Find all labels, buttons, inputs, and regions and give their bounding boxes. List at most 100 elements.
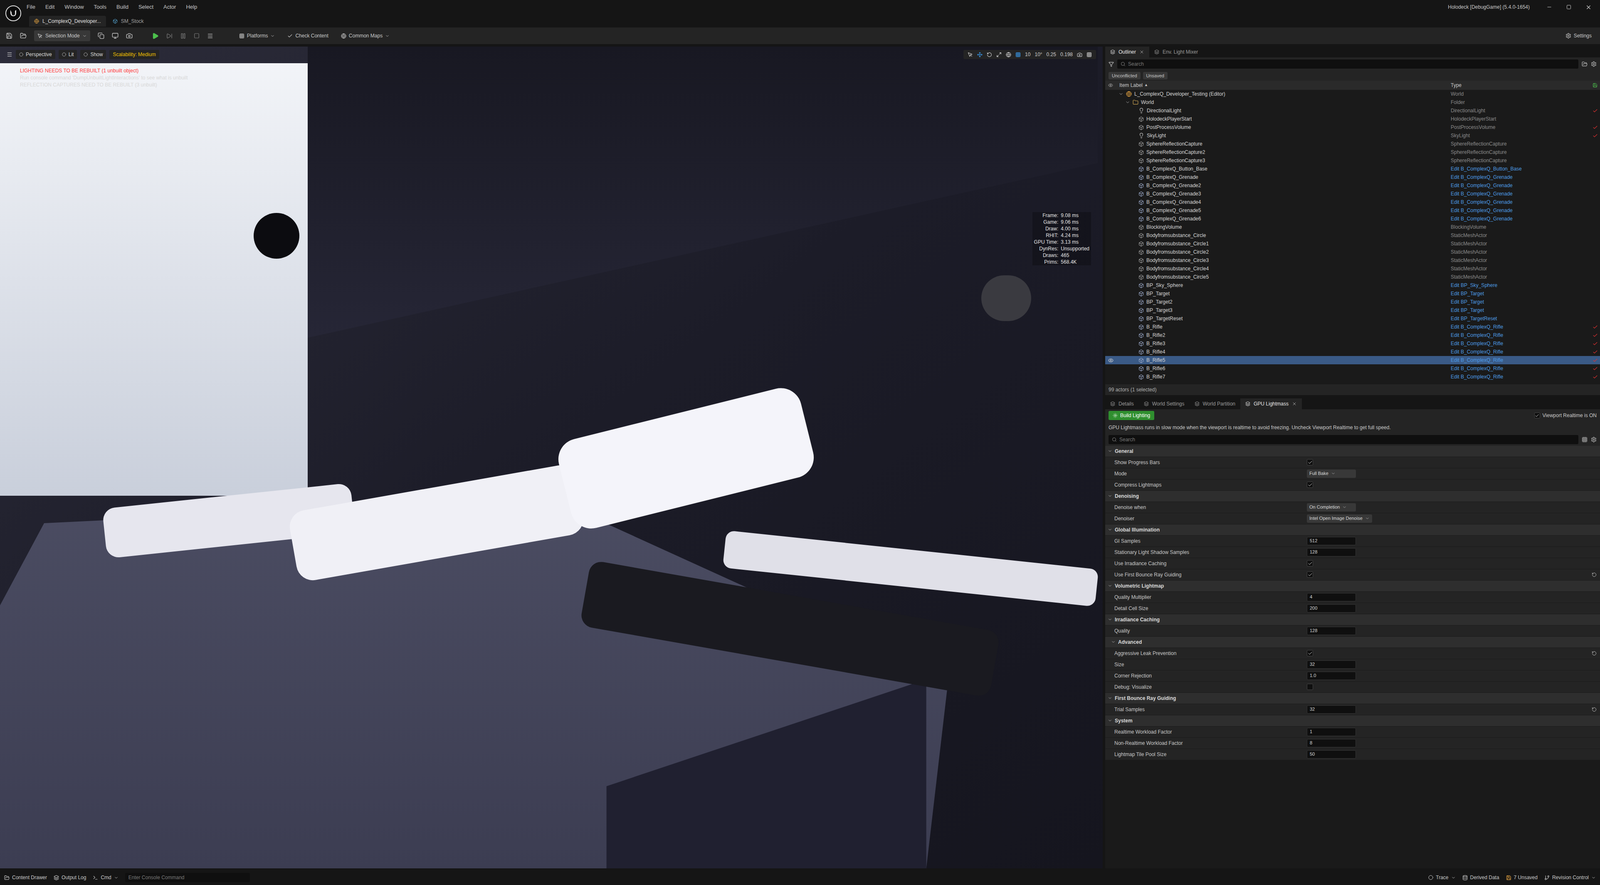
layout-icon[interactable]: [1086, 51, 1092, 58]
section-expand-icon[interactable]: [1107, 718, 1113, 723]
outliner-settings-icon[interactable]: [1590, 61, 1597, 67]
property-number-field[interactable]: 32: [1306, 660, 1356, 669]
grid-snap-icon[interactable]: [1015, 51, 1021, 58]
reset-to-default-icon[interactable]: [1591, 706, 1597, 712]
outliner-row[interactable]: WorldFolder: [1105, 98, 1600, 107]
visibility-eye-icon[interactable]: [1108, 357, 1114, 363]
outliner-row[interactable]: B_ComplexQ_GrenadeEdit B_ComplexQ_Grenad…: [1105, 172, 1600, 182]
viewport-button[interactable]: Scalability: Medium: [109, 49, 159, 60]
maximize-icon[interactable]: [1566, 4, 1572, 10]
snap-value[interactable]: 0.198: [1060, 50, 1073, 59]
section-header[interactable]: Irradiance Caching: [1105, 614, 1600, 626]
camera-speed-icon[interactable]: [1076, 51, 1083, 58]
realtime-checkbox[interactable]: [1534, 412, 1541, 419]
property-checkbox[interactable]: [1306, 683, 1314, 690]
status-button[interactable]: Cmd: [92, 872, 119, 883]
section-expand-icon[interactable]: [1107, 583, 1113, 588]
filter-icon[interactable]: [1108, 61, 1114, 67]
outliner-row[interactable]: B_ComplexQ_Grenade4Edit B_ComplexQ_Grena…: [1105, 197, 1600, 207]
details-settings-icon[interactable]: [1590, 436, 1597, 443]
section-header[interactable]: Volumetric Lightmap: [1105, 580, 1600, 592]
play-options-icon[interactable]: [207, 32, 214, 40]
column-header[interactable]: Item Label▲: [1116, 81, 1450, 89]
outliner-row[interactable]: BP_Sky_SphereEdit BP_Sky_Sphere: [1105, 281, 1600, 290]
pause-icon[interactable]: [180, 32, 187, 40]
outliner-row[interactable]: BP_TargetResetEdit BP_TargetReset: [1105, 314, 1600, 323]
section-expand-icon[interactable]: [1107, 527, 1113, 532]
add-actor-icon[interactable]: [97, 32, 105, 40]
property-number-field[interactable]: 4: [1306, 592, 1356, 602]
save-icon[interactable]: [5, 32, 13, 40]
menu-item[interactable]: Build: [116, 2, 129, 12]
level-viewport[interactable]: PerspectiveLitShowScalability: Medium101…: [0, 46, 1103, 869]
row-type[interactable]: Edit B_ComplexQ_Grenade: [1450, 215, 1513, 222]
property-checkbox[interactable]: [1306, 481, 1314, 488]
play-icon[interactable]: [151, 32, 159, 40]
console-input[interactable]: Enter Console Command: [125, 872, 250, 882]
panel-tab[interactable]: World Settings: [1138, 398, 1190, 410]
expand-arrow-icon[interactable]: [1118, 91, 1124, 97]
close-window-icon[interactable]: [1585, 4, 1592, 11]
status-button[interactable]: Content Drawer: [4, 872, 47, 883]
translate-tool-icon[interactable]: [977, 51, 983, 58]
blueprints-icon[interactable]: [111, 32, 119, 40]
outliner-search[interactable]: Search: [1117, 59, 1579, 69]
outliner-row[interactable]: B_ComplexQ_Grenade5Edit B_ComplexQ_Grena…: [1105, 206, 1600, 215]
outliner-row[interactable]: B_Rifle4Edit B_ComplexQ_Rifle: [1105, 347, 1600, 356]
document-tab[interactable]: SM_Stock: [107, 15, 149, 27]
menu-item[interactable]: Edit: [45, 2, 55, 12]
reset-to-default-icon[interactable]: [1591, 650, 1597, 656]
section-expand-icon[interactable]: [1107, 617, 1113, 622]
row-type[interactable]: Edit B_ComplexQ_Grenade: [1450, 199, 1513, 205]
details-search[interactable]: Search: [1108, 434, 1579, 445]
outliner-row[interactable]: PostProcessVolumePostProcessVolume: [1105, 123, 1600, 132]
outliner-row[interactable]: Bodyfromsubstance_Circle4StaticMeshActor: [1105, 264, 1600, 273]
outliner-row[interactable]: Bodyfromsubstance_Circle5StaticMeshActor: [1105, 272, 1600, 282]
outliner-row[interactable]: DirectionalLightDirectionalLight: [1105, 106, 1600, 115]
row-type[interactable]: Edit B_ComplexQ_Rifle: [1450, 348, 1504, 355]
status-button[interactable]: 7 Unsaved: [1506, 872, 1538, 883]
section-header[interactable]: System: [1105, 715, 1600, 727]
property-checkbox[interactable]: [1306, 571, 1314, 578]
property-checkbox[interactable]: [1306, 649, 1314, 657]
column-header[interactable]: Type: [1449, 81, 1591, 90]
status-button[interactable]: Trace: [1428, 872, 1456, 883]
outliner-row[interactable]: SphereReflectionCaptureSphereReflectionC…: [1105, 139, 1600, 149]
outliner-row[interactable]: B_ComplexQ_Button_BaseEdit B_ComplexQ_Bu…: [1105, 164, 1600, 173]
viewport-button[interactable]: Show: [80, 49, 107, 60]
row-type[interactable]: Edit B_ComplexQ_Button_Base: [1450, 165, 1522, 172]
status-button[interactable]: Revision Control: [1544, 872, 1596, 883]
filter-chip[interactable]: Unsaved: [1143, 71, 1168, 80]
section-header[interactable]: Denoising: [1105, 490, 1600, 502]
section-header[interactable]: Global Illumination: [1105, 524, 1600, 536]
snap-value[interactable]: 0.25: [1046, 50, 1057, 59]
menu-item[interactable]: File: [26, 2, 36, 12]
advance-frame-icon[interactable]: [166, 32, 173, 40]
outliner-row[interactable]: SphereReflectionCapture2SphereReflection…: [1105, 148, 1600, 157]
section-expand-icon[interactable]: [1107, 493, 1113, 499]
row-type[interactable]: Edit BP_Target: [1450, 290, 1484, 297]
expand-arrow-icon[interactable]: [1125, 99, 1131, 105]
reset-to-default-icon[interactable]: [1591, 572, 1597, 578]
property-checkbox[interactable]: [1306, 560, 1314, 567]
row-type[interactable]: Edit B_ComplexQ_Rifle: [1450, 332, 1504, 339]
section-header[interactable]: General: [1105, 445, 1600, 457]
panel-tab[interactable]: GPU Lightmass: [1240, 398, 1302, 410]
row-type[interactable]: Edit B_ComplexQ_Grenade: [1450, 207, 1513, 214]
property-dropdown[interactable]: On Completion: [1306, 503, 1356, 512]
row-type[interactable]: Edit BP_TargetReset: [1450, 315, 1497, 322]
property-dropdown[interactable]: Full Bake: [1306, 469, 1356, 478]
section-header[interactable]: First Bounce Ray Guiding: [1105, 692, 1600, 704]
world-space-icon[interactable]: [1005, 51, 1012, 58]
outliner-row[interactable]: Bodyfromsubstance_Circle2StaticMeshActor: [1105, 247, 1600, 257]
outliner-row[interactable]: BP_Target3Edit BP_Target: [1105, 306, 1600, 315]
outliner-row[interactable]: Bodyfromsubstance_CircleStaticMeshActor: [1105, 231, 1600, 240]
outliner-row[interactable]: B_ComplexQ_Grenade6Edit B_ComplexQ_Grena…: [1105, 214, 1600, 223]
viewport-button[interactable]: Lit: [58, 49, 78, 60]
outliner-row[interactable]: B_Rifle5Edit B_ComplexQ_Rifle: [1105, 355, 1600, 365]
panel-tab[interactable]: Outliner: [1105, 46, 1150, 58]
filter-chip[interactable]: Unconflicted: [1108, 71, 1141, 80]
property-number-field[interactable]: 1.0: [1306, 671, 1356, 680]
outliner-row[interactable]: B_Rifle2Edit B_ComplexQ_Rifle: [1105, 330, 1600, 340]
cinematics-icon[interactable]: [125, 32, 133, 40]
